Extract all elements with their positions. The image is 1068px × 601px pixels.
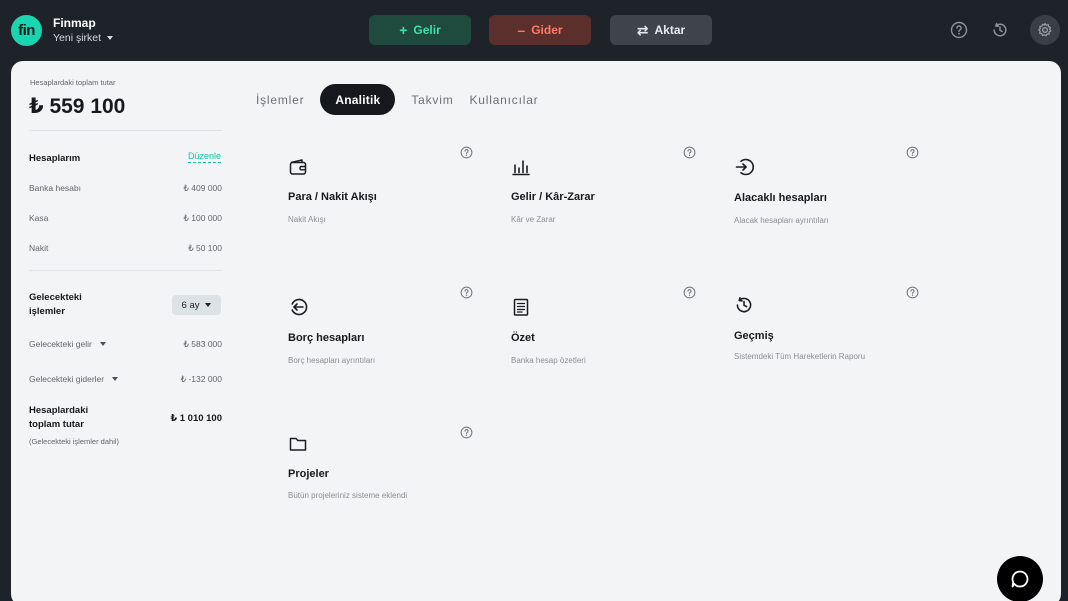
document-icon — [513, 298, 529, 316]
bar-chart-icon — [512, 160, 530, 176]
chevron-down-icon[interactable] — [99, 342, 106, 346]
report-card-receivables[interactable]: Alacaklı hesapları Alacak hesapları ayrı… — [734, 146, 919, 277]
report-title: Projeler — [288, 468, 329, 480]
history-icon — [736, 297, 752, 313]
future-income-row[interactable]: Gelecekteki gelir — [29, 339, 106, 349]
add-expense-button[interactable]: – Gider — [489, 15, 591, 45]
total-balance-label: Hesaplardaki toplam tutar — [30, 78, 116, 87]
report-card-projects[interactable]: Projeler Bütün projeleriniz sisteme ekle… — [288, 426, 473, 554]
help-icon[interactable] — [683, 146, 696, 159]
help-icon[interactable] — [683, 286, 696, 299]
transfer-button[interactable]: ⇄ Aktar — [610, 15, 712, 45]
report-description: Borç hesapları ayrıntıları — [288, 356, 376, 365]
company-selector[interactable]: Yeni şirket — [53, 32, 114, 44]
report-card-summary[interactable]: Özet Banka hesap özetleri — [511, 286, 696, 417]
report-description: Banka hesap özetleri — [511, 356, 586, 365]
report-title: Özet — [511, 332, 535, 344]
top-bar: fin Finmap Yeni şirket + Gelir – Gider ⇄… — [0, 0, 1068, 60]
company-name: Yeni şirket — [53, 32, 102, 44]
report-card-profit-loss[interactable]: Gelir / Kâr-Zarar Kâr ve Zarar — [511, 146, 696, 277]
tab-transactions[interactable]: İşlemler — [256, 93, 304, 107]
help-icon[interactable] — [460, 146, 473, 159]
period-select[interactable]: 6 ay — [172, 295, 221, 315]
report-card-payables[interactable]: Borç hesapları Borç hesapları ayrıntılar… — [288, 286, 473, 417]
help-icon — [950, 21, 968, 39]
brand-name: Finmap — [53, 16, 96, 30]
chevron-down-icon — [205, 303, 212, 307]
grand-total-note: (Gelecekteki işlemler dahil) — [29, 437, 120, 446]
gear-icon — [1038, 22, 1052, 37]
account-value-bank: ₺ 409 000 — [183, 183, 223, 193]
future-transactions-title: Gelecekteki işlemler — [29, 291, 82, 319]
add-income-button[interactable]: + Gelir — [369, 15, 471, 45]
chevron-down-icon — [107, 36, 114, 40]
report-description: Sistemdeki Tüm Hareketlerin Raporu — [734, 352, 866, 361]
tab-users[interactable]: Kullanıcılar — [470, 93, 539, 107]
arrow-out-icon — [291, 298, 308, 316]
transfer-icon: ⇄ — [636, 22, 649, 38]
tab-calendar[interactable]: Takvim — [411, 93, 453, 107]
grand-total-value: ₺ 1 010 100 — [170, 413, 222, 424]
help-icon[interactable] — [460, 426, 473, 439]
chat-button[interactable] — [997, 556, 1043, 601]
folder-icon — [289, 437, 307, 451]
report-title: Gelir / Kâr-Zarar — [511, 191, 595, 203]
chevron-down-icon[interactable] — [112, 377, 119, 381]
wallet-icon — [289, 159, 307, 175]
account-label-cash[interactable]: Nakit — [29, 243, 48, 253]
divider — [29, 130, 222, 131]
help-button[interactable] — [944, 15, 974, 45]
help-icon[interactable] — [906, 146, 919, 159]
future-expense-row[interactable]: Gelecekteki giderler — [29, 374, 119, 384]
chat-icon — [1011, 570, 1029, 588]
account-label-kasa[interactable]: Kasa — [29, 213, 48, 223]
edit-accounts-link[interactable]: Düzenle — [188, 151, 222, 163]
future-income-label: Gelecekteki gelir — [29, 339, 92, 349]
add-income-label: Gelir — [413, 23, 441, 37]
future-expense-label: Gelecekteki giderler — [29, 374, 105, 384]
report-description: Kâr ve Zarar — [511, 215, 556, 224]
period-value: 6 ay — [181, 299, 200, 311]
report-title: Borç hesapları — [288, 332, 365, 344]
total-balance-value: ₺ 559 100 — [29, 95, 126, 118]
add-expense-label: Gider — [531, 23, 563, 37]
future-title-line1: Gelecekteki — [29, 292, 82, 303]
history-button[interactable] — [985, 15, 1015, 45]
finmap-logo[interactable]: fin — [11, 15, 42, 46]
help-icon[interactable] — [460, 286, 473, 299]
report-title: Alacaklı hesapları — [734, 192, 827, 204]
arrow-in-icon — [735, 158, 754, 176]
grand-total-line2: toplam tutar — [29, 419, 84, 430]
settings-button[interactable] — [1030, 15, 1060, 45]
report-description: Alacak hesapları ayrıntıları — [734, 216, 829, 225]
minus-icon: – — [517, 22, 526, 38]
transfer-label: Aktar — [654, 23, 686, 37]
report-card-history[interactable]: Geçmiş Sistemdeki Tüm Hareketlerin Rapor… — [734, 286, 919, 415]
help-icon[interactable] — [906, 286, 919, 299]
plus-icon: + — [399, 22, 408, 38]
grand-total-title: Hesaplardaki toplam tutar — [29, 404, 88, 432]
report-description: Bütün projeleriniz sisteme eklendi — [288, 491, 408, 500]
tab-analytics[interactable]: Analitik — [320, 84, 396, 115]
history-icon — [993, 22, 1007, 37]
report-title: Para / Nakit Akışı — [288, 191, 377, 203]
account-label-bank[interactable]: Banka hesabı — [29, 183, 81, 193]
accounts-title: Hesaplarım — [29, 153, 81, 164]
future-title-line2: işlemler — [29, 306, 65, 317]
report-description: Nakit Akışı — [288, 215, 326, 224]
report-card-cashflow[interactable]: Para / Nakit Akışı Nakit Akışı — [288, 146, 473, 277]
account-value-kasa: ₺ 100 000 — [183, 213, 223, 223]
future-income-value: ₺ 583 000 — [183, 339, 223, 349]
divider — [29, 270, 222, 271]
grand-total-line1: Hesaplardaki — [29, 405, 89, 416]
account-value-cash: ₺ 50 100 — [188, 243, 222, 253]
main-tabs: İşlemler Analitik Takvim Kullanıcılar — [256, 84, 554, 115]
report-title: Geçmiş — [734, 330, 774, 342]
future-expense-value: ₺ -132 000 — [180, 374, 222, 384]
main-panel: Hesaplardaki toplam tutar ₺ 559 100 Hesa… — [11, 61, 1061, 601]
